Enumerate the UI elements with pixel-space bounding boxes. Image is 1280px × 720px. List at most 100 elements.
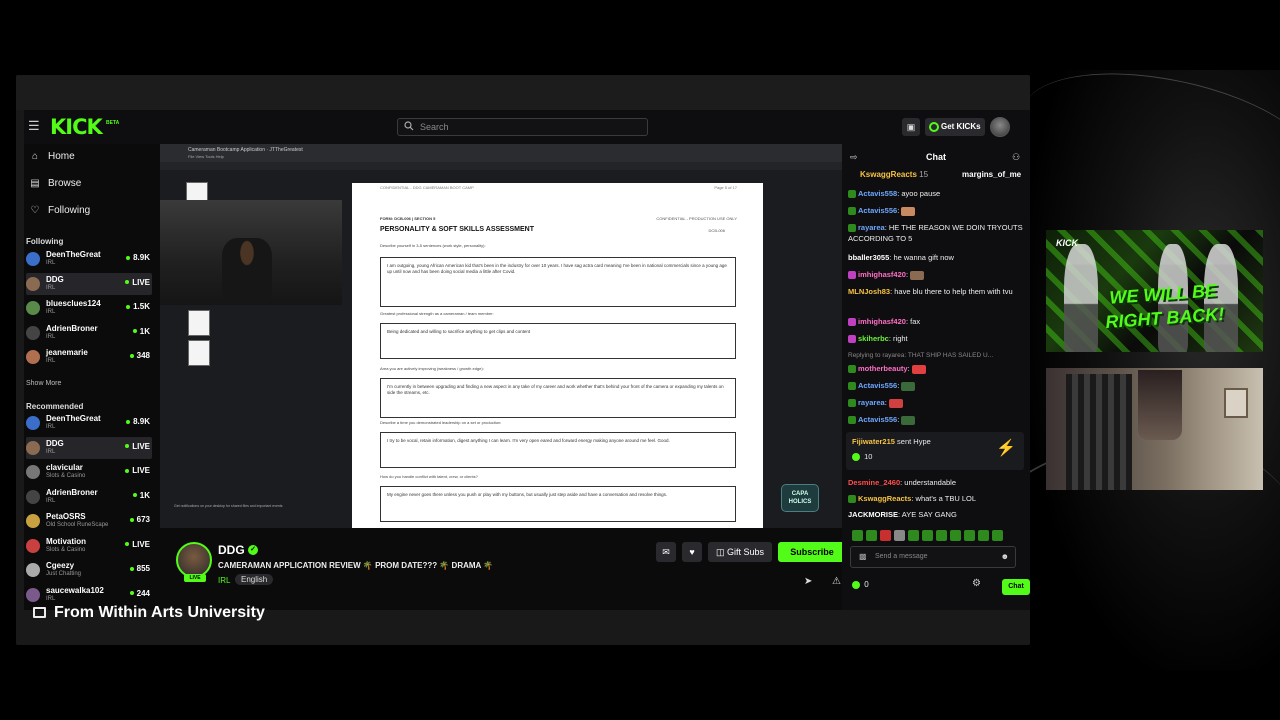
verified-icon: ✓ [248, 545, 258, 555]
gift-user: Fijiwater215 [852, 437, 895, 446]
kick-site: ☰ KICK BETA Search ▣ Get KICKs ⌂ Home ▤ … [24, 110, 1030, 610]
sidebar-channel[interactable]: bluesclues124 IRL 1.5K [26, 297, 152, 319]
send-chat-button[interactable]: Chat [1002, 579, 1030, 595]
chat-input[interactable]: ▩ Send a message ☻ [850, 546, 1016, 568]
chat-username[interactable]: KswaggReacts [858, 494, 911, 503]
sidebar-channel[interactable]: Motivation Slots & Casino LIVE [26, 535, 152, 557]
sidebar-channel[interactable]: Cgeezy Just Chatting 855 [26, 559, 152, 581]
user-avatar[interactable] [990, 117, 1010, 137]
emote-bar[interactable] [852, 528, 1022, 541]
chat-username[interactable]: motherbeauty [858, 364, 908, 373]
emote-icon[interactable] [908, 530, 919, 541]
chat-users-icon[interactable]: ⚇ [1012, 152, 1020, 163]
sidebar-channel[interactable]: PetaOSRS Old School RuneScape 673 [26, 510, 152, 532]
sidebar-channel[interactable]: AdrienBroner IRL 1K [26, 486, 152, 508]
chat-username[interactable]: imhighasf420 [858, 317, 906, 326]
emote-icon[interactable] [922, 530, 933, 541]
get-kicks-button[interactable]: Get KICKs [925, 118, 985, 136]
chat-message: Actavis558: ayoo pause [848, 188, 1026, 199]
search-input[interactable]: Search [397, 118, 648, 136]
gift-subs-button[interactable]: ◫ Gift Subs [708, 542, 772, 562]
chat-username[interactable]: rayarea [858, 223, 885, 232]
emote-icon[interactable] [852, 530, 863, 541]
emote-icon[interactable] [964, 530, 975, 541]
follow-button[interactable]: ♥ [682, 542, 702, 562]
stream-category[interactable]: IRL [218, 576, 230, 585]
emote-icon[interactable] [950, 530, 961, 541]
chat-username[interactable]: skiherbc [858, 334, 889, 343]
site-header: ☰ KICK BETA Search ▣ Get KICKs [24, 110, 1030, 144]
viewer-count: LIVE [125, 466, 150, 475]
kicks-balance[interactable]: 0 [852, 580, 869, 589]
menu-icon[interactable]: ☰ [28, 119, 40, 133]
chat-username[interactable]: rayarea [858, 398, 885, 407]
doc-question: Area you are actively improving (weaknes… [380, 366, 484, 371]
chat-message: Actavis556: [848, 380, 1026, 391]
subscribe-button[interactable]: Subscribe [778, 542, 846, 562]
creator-dashboard-icon[interactable]: ▣ [902, 118, 920, 136]
show-more-link[interactable]: Show More [26, 380, 61, 387]
sidebar-channel[interactable]: DDG IRL LIVE [26, 272, 152, 295]
sidebar-channel[interactable]: DDG IRL LIVE [26, 436, 152, 459]
emote-icon[interactable] [936, 530, 947, 541]
chat-username[interactable]: Actavis556 [858, 415, 897, 424]
live-indicator-icon [132, 493, 137, 498]
sidebar-channel[interactable]: AdrienBroner IRL 1K [26, 322, 152, 344]
video-player[interactable]: Cameraman Bootcamp Application · JTTheGr… [160, 144, 842, 528]
emote-icon[interactable] [880, 530, 891, 541]
channel-category: Just Chatting [46, 571, 82, 577]
viewer-count-value: 8.9K [133, 417, 150, 426]
live-indicator-icon [126, 255, 131, 260]
streamer-avatar[interactable] [176, 542, 212, 578]
live-indicator-icon [129, 591, 134, 596]
sub-badge-icon [848, 399, 856, 408]
doc-question: Greatest professional strength as a came… [380, 311, 494, 316]
emote-icon[interactable] [894, 530, 905, 541]
report-icon[interactable]: ⚠ [832, 576, 841, 587]
sidebar-channel[interactable]: saucewalka102 IRL 244 [26, 584, 152, 606]
emote-icon[interactable] [866, 530, 877, 541]
top-gifter-count: 15 [919, 170, 929, 179]
language-tag[interactable]: English [235, 574, 274, 585]
wall-flag [1066, 374, 1132, 490]
share-icon[interactable]: ➤ [804, 576, 812, 587]
streamer-name[interactable]: DDG [218, 543, 245, 557]
doc-answer: I'm currently in between upgrading and f… [380, 378, 736, 418]
sidebar-channel[interactable]: DeenTheGreat IRL 8.9K [26, 412, 152, 434]
page-thumbnail [188, 340, 210, 366]
nav-home[interactable]: ⌂ Home [28, 148, 75, 166]
notification-bell-button[interactable]: ✉ [656, 542, 676, 562]
chat-username[interactable]: Actavis556 [858, 206, 897, 215]
chat-username[interactable]: Actavis556 [858, 381, 897, 390]
chat-mode-icon[interactable]: ▩ [859, 547, 867, 567]
emote-icon[interactable] [978, 530, 989, 541]
chat-username[interactable]: Desmine_2460 [848, 478, 900, 487]
top-gifter-2[interactable]: margins_of_me [962, 170, 1021, 179]
sidebar-channel[interactable]: jeanemarie IRL 348 [26, 346, 152, 368]
nav-following[interactable]: ♡ Following [28, 202, 91, 220]
channel-name: DeenTheGreat [46, 250, 101, 259]
nav-browse[interactable]: ▤ Browse [28, 175, 81, 193]
viewer-count: 673 [129, 515, 150, 524]
chat-username[interactable]: imhighasf420 [858, 270, 906, 279]
chat-username[interactable]: Actavis558 [858, 189, 897, 198]
emote-icon[interactable] [992, 530, 1003, 541]
sub-badge-icon [848, 207, 856, 216]
chat-username[interactable]: bballer3055 [848, 253, 889, 262]
chat-settings-icon[interactable]: ⚙ [972, 578, 981, 589]
browse-icon: ▤ [30, 178, 40, 189]
sidebar-channel[interactable]: DeenTheGreat IRL 8.9K [26, 248, 152, 270]
nav-home-label: Home [48, 151, 75, 162]
sidebar: ⌂ Home ▤ Browse ♡ Following Following De… [24, 144, 158, 610]
doc-answer: Being dedicated and willing to sacrifice… [380, 323, 736, 359]
emoji-icon[interactable]: ☻ [1001, 547, 1009, 567]
sidebar-channel[interactable]: clavicular Slots & Casino LIVE [26, 461, 152, 483]
nav-browse-label: Browse [48, 178, 82, 189]
live-indicator-icon [129, 566, 134, 571]
chat-username[interactable]: MLNJosh83 [848, 287, 890, 296]
lightning-icon: ⚡ [996, 440, 1016, 457]
kick-logo[interactable]: KICK [50, 114, 103, 140]
chat-username[interactable]: JACKMORISE [848, 510, 898, 519]
caption-text: From Within Arts University [54, 604, 265, 621]
top-gifter[interactable]: KswaggReacts 15 [860, 170, 928, 179]
